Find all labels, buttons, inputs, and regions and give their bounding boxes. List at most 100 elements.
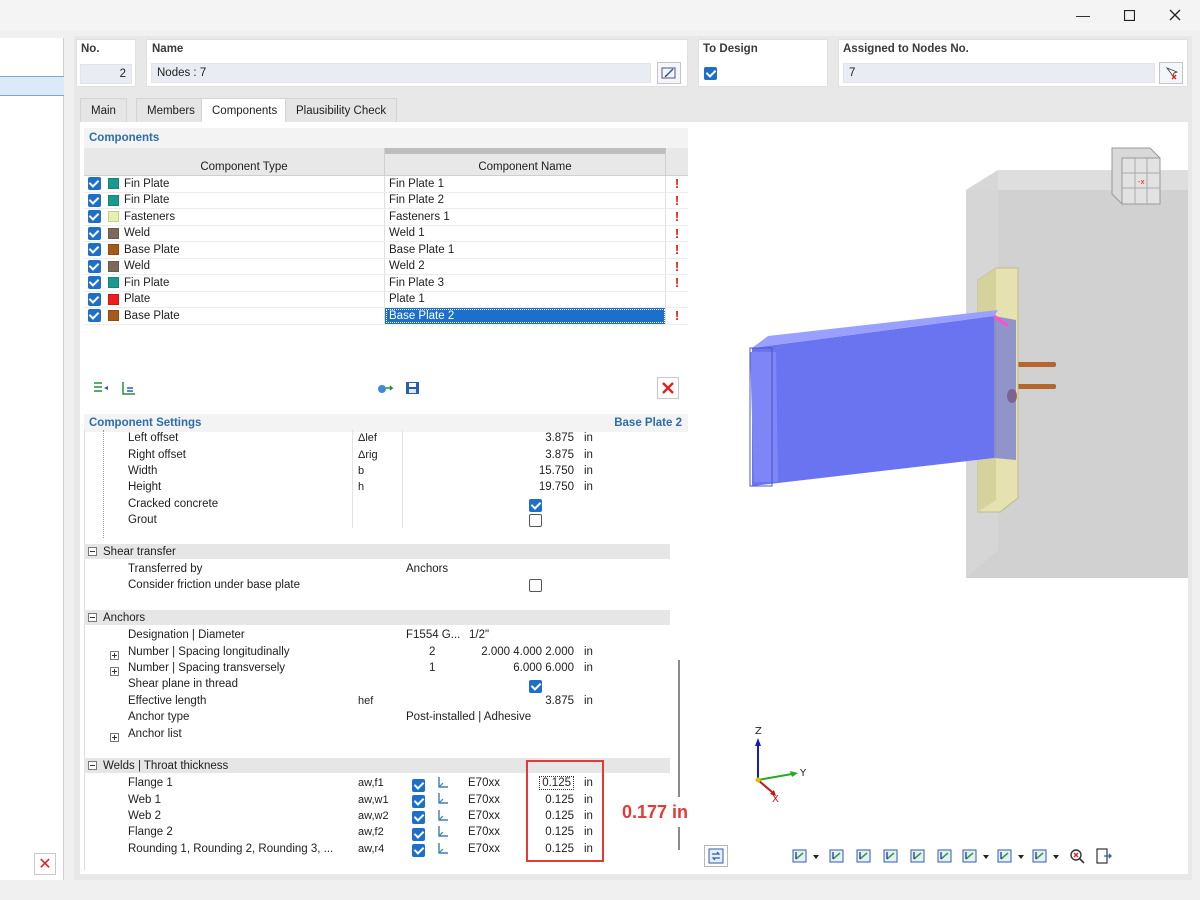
param-row[interactable]: Number | Spacing transversely16.000 6.00… bbox=[84, 660, 670, 676]
shear-plane-checkbox[interactable] bbox=[529, 680, 542, 693]
component-name[interactable]: Fin Plate 2 bbox=[385, 193, 666, 209]
component-row[interactable]: WeldWeld 1! bbox=[84, 226, 688, 243]
param-value[interactable]: F1554 G... bbox=[406, 629, 460, 641]
component-name[interactable]: Plate 1 bbox=[385, 292, 666, 308]
param-value[interactable]: Post-installed | Adhesive bbox=[406, 711, 531, 723]
param-row[interactable]: Number | Spacing longitudinally22.000 4.… bbox=[84, 643, 670, 659]
friction-checkbox[interactable] bbox=[529, 579, 542, 592]
component-row[interactable]: Base PlateBase Plate 1! bbox=[84, 242, 688, 259]
weld-type-icon[interactable] bbox=[436, 792, 450, 808]
component-checkbox[interactable] bbox=[88, 243, 101, 256]
component-name[interactable]: Fin Plate 1 bbox=[385, 176, 666, 192]
component-row[interactable]: Fin PlateFin Plate 2! bbox=[84, 193, 688, 210]
edit-name-icon[interactable] bbox=[657, 62, 681, 84]
component-checkbox[interactable] bbox=[88, 227, 101, 240]
collapse-icon[interactable] bbox=[88, 547, 97, 556]
print-dropdown-icon[interactable] bbox=[1030, 845, 1062, 867]
param-value-2[interactable]: 6.000 6.000 bbox=[513, 662, 574, 674]
param-row[interactable]: Heighth19.750in bbox=[84, 479, 670, 495]
weld-material[interactable]: E70xx bbox=[468, 810, 500, 822]
view-z-icon[interactable] bbox=[906, 845, 930, 867]
param-row[interactable]: Left offsetΔlef3.875in bbox=[84, 430, 670, 446]
param-value[interactable]: 3.875 bbox=[545, 449, 574, 461]
view-cube-icon[interactable]: -x bbox=[1112, 148, 1160, 204]
component-checkbox[interactable] bbox=[88, 260, 101, 273]
weld-type-icon[interactable] bbox=[436, 825, 450, 841]
expand-icon[interactable] bbox=[110, 651, 119, 660]
component-checkbox[interactable] bbox=[88, 276, 101, 289]
render-dropdown-icon[interactable] bbox=[960, 845, 992, 867]
navigator-pane[interactable] bbox=[0, 38, 64, 880]
param-row[interactable]: Anchor typePost-installed | Adhesive bbox=[84, 709, 670, 725]
param-value[interactable]: Anchors bbox=[406, 563, 448, 575]
param-value[interactable]: 1 bbox=[429, 662, 435, 674]
cracked-concrete-checkbox[interactable] bbox=[529, 499, 542, 512]
insert-icon[interactable] bbox=[117, 377, 139, 399]
col-component-name[interactable]: Component Name bbox=[385, 148, 666, 175]
weld-checkbox[interactable] bbox=[412, 844, 425, 857]
expand-icon[interactable] bbox=[110, 667, 119, 676]
assigned-field[interactable]: 7 bbox=[843, 63, 1155, 83]
component-name[interactable]: Base Plate 2 bbox=[385, 308, 666, 324]
view-minus-z-icon[interactable] bbox=[933, 845, 957, 867]
shear-transfer-group[interactable]: Shear transfer bbox=[84, 544, 670, 559]
tab-main[interactable]: Main bbox=[80, 98, 127, 122]
weld-checkbox[interactable] bbox=[412, 811, 425, 824]
param-value[interactable]: 3.875 bbox=[545, 695, 574, 707]
sync-view-icon[interactable] bbox=[704, 845, 728, 867]
import-icon[interactable] bbox=[374, 377, 396, 399]
delete-icon[interactable]: ✕ bbox=[34, 853, 56, 875]
close-icon[interactable] bbox=[1152, 0, 1198, 30]
add-left-icon[interactable] bbox=[90, 377, 112, 399]
component-checkbox[interactable] bbox=[88, 293, 101, 306]
component-name[interactable]: Weld 1 bbox=[385, 226, 666, 242]
exit-icon[interactable] bbox=[1092, 845, 1116, 867]
to-design-checkbox[interactable] bbox=[704, 67, 717, 80]
param-value[interactable]: 19.750 bbox=[539, 481, 574, 493]
component-name[interactable]: Weld 2 bbox=[385, 259, 666, 275]
grout-checkbox[interactable] bbox=[529, 514, 542, 527]
box-dropdown-icon[interactable] bbox=[995, 845, 1027, 867]
tab-plausibility-check[interactable]: Plausibility Check bbox=[285, 98, 397, 122]
tab-members[interactable]: Members bbox=[136, 98, 206, 122]
view-y-icon[interactable] bbox=[879, 845, 903, 867]
param-value[interactable]: 3.875 bbox=[545, 432, 574, 444]
expand-icon[interactable] bbox=[110, 733, 119, 742]
save-icon[interactable] bbox=[402, 377, 424, 399]
tab-components[interactable]: Components bbox=[201, 98, 288, 122]
navigator-selected-item[interactable] bbox=[0, 76, 64, 96]
maximize-icon[interactable] bbox=[1106, 0, 1152, 30]
zoom-reset-icon[interactable] bbox=[1065, 845, 1089, 867]
weld-material[interactable]: E70xx bbox=[468, 843, 500, 855]
weld-checkbox[interactable] bbox=[412, 779, 425, 792]
view-x-icon[interactable] bbox=[852, 845, 876, 867]
view-settings-icon[interactable] bbox=[825, 845, 849, 867]
3d-view[interactable]: -x Z Y X bbox=[698, 130, 1188, 874]
param-value[interactable]: 15.750 bbox=[539, 465, 574, 477]
delete-component-icon[interactable] bbox=[657, 377, 679, 399]
col-component-type[interactable]: Component Type bbox=[104, 148, 385, 175]
component-name[interactable]: Fasteners 1 bbox=[385, 209, 666, 225]
component-name[interactable]: Fin Plate 3 bbox=[385, 275, 666, 291]
axis-dropdown-icon[interactable] bbox=[790, 845, 822, 867]
component-name[interactable]: Base Plate 1 bbox=[385, 242, 666, 258]
component-row[interactable]: Base PlateBase Plate 2! bbox=[84, 308, 688, 325]
param-row[interactable]: Transferred byAnchors bbox=[84, 561, 670, 577]
param-value-2[interactable]: 2.000 4.000 2.000 bbox=[481, 646, 574, 658]
component-row[interactable]: WeldWeld 2! bbox=[84, 259, 688, 276]
param-row[interactable]: Cracked concrete bbox=[84, 496, 670, 512]
component-checkbox[interactable] bbox=[88, 210, 101, 223]
name-field[interactable]: Nodes : 7 bbox=[151, 63, 651, 83]
weld-material[interactable]: E70xx bbox=[468, 826, 500, 838]
component-row[interactable]: FastenersFasteners 1! bbox=[84, 209, 688, 226]
component-checkbox[interactable] bbox=[88, 194, 101, 207]
pick-node-icon[interactable] bbox=[1159, 62, 1183, 84]
param-row[interactable]: Right offsetΔrig3.875in bbox=[84, 446, 670, 462]
minimize-icon[interactable]: — bbox=[1060, 0, 1106, 30]
weld-type-icon[interactable] bbox=[436, 809, 450, 825]
collapse-icon[interactable] bbox=[88, 761, 97, 770]
param-row[interactable]: Grout bbox=[84, 512, 670, 528]
weld-material[interactable]: E70xx bbox=[468, 777, 500, 789]
weld-type-icon[interactable] bbox=[436, 842, 450, 858]
anchors-group[interactable]: Anchors bbox=[84, 610, 670, 625]
